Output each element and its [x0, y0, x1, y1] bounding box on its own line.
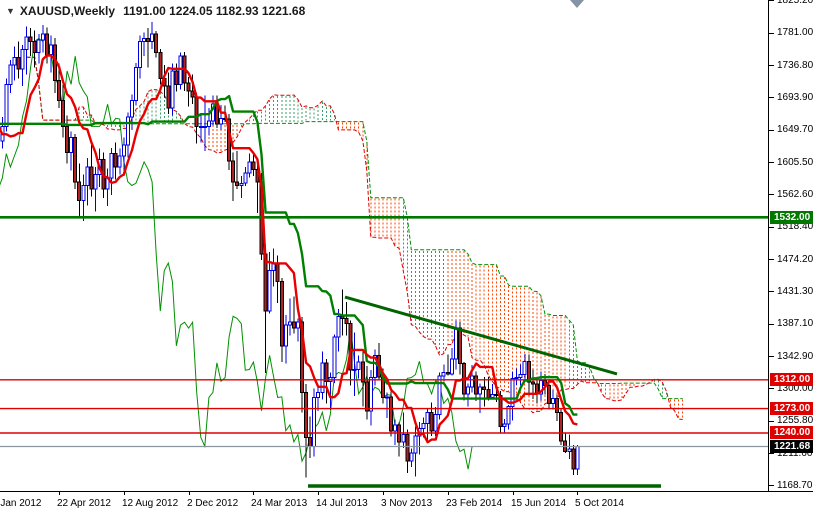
ohlc-values: 1191.00 1224.05 1182.93 1221.68 [123, 4, 306, 18]
price-tick [769, 421, 774, 422]
date-tick [253, 492, 254, 495]
symbol-timeframe-label: XAUUSD,Weekly [19, 4, 116, 18]
price-tick [769, 388, 774, 389]
price-tick [769, 97, 774, 98]
price-tick [769, 485, 774, 486]
chart-window: ▼ XAUUSD,Weekly 1191.00 1224.05 1182.93 12… [0, 0, 813, 516]
date-tick [189, 492, 190, 495]
price-tick [769, 0, 774, 1]
date-tick [383, 492, 384, 495]
price-tick-label: 1562.60 [777, 189, 813, 200]
date-tick [513, 492, 514, 495]
chart-shift-marker-icon[interactable] [570, 0, 584, 8]
price-tick [769, 65, 774, 66]
price-tick [769, 291, 774, 292]
price-tick-label: 1693.90 [777, 92, 813, 103]
price-tick [769, 227, 774, 228]
chart-canvas[interactable] [0, 0, 768, 490]
price-tick [769, 259, 774, 260]
price-tick-label: 1168.70 [777, 480, 813, 491]
date-tick [124, 492, 125, 495]
price-tick-label: 1605.50 [777, 157, 813, 168]
date-tick-label: 1 Jan 2012 [0, 498, 42, 509]
collapse-arrow-icon[interactable]: ▼ [6, 6, 15, 16]
price-axis[interactable]: 1825.20 1781.00 1736.80 1693.90 1649.70 1605.… [768, 0, 813, 491]
price-level-badge: 1273.00 [770, 402, 813, 415]
price-tick-label: 1825.20 [777, 0, 813, 6]
date-tick [577, 492, 578, 495]
price-level-badge: 1312.00 [770, 373, 813, 386]
date-tick-label: 14 Jul 2013 [316, 498, 368, 509]
date-tick-label: 23 Feb 2014 [446, 498, 503, 509]
chart-plot-area[interactable] [0, 0, 768, 490]
price-tick [769, 194, 774, 195]
date-tick-label: 24 Mar 2013 [251, 498, 308, 509]
price-tick [769, 324, 774, 325]
price-tick-label: 1781.00 [777, 27, 813, 38]
date-tick [59, 492, 60, 495]
time-axis[interactable]: 1 Jan 2012 22 Apr 2012 12 Aug 2012 2 Dec 20… [0, 491, 813, 516]
price-tick-label: 1255.80 [777, 415, 813, 426]
date-tick-label: 3 Nov 2013 [381, 498, 433, 509]
date-tick-label: 2 Dec 2012 [187, 498, 239, 509]
chart-title: ▼ XAUUSD,Weekly 1191.00 1224.05 1182.93 12… [6, 4, 305, 18]
date-tick-label: 15 Jun 2014 [511, 498, 567, 509]
price-tick-label: 1474.20 [777, 254, 813, 265]
price-tick [769, 453, 774, 454]
date-tick-label: 5 Oct 2014 [575, 498, 624, 509]
price-level-badge: 1532.00 [770, 211, 813, 224]
price-tick [769, 33, 774, 34]
date-tick [448, 492, 449, 495]
price-tick-label: 1736.80 [777, 60, 813, 71]
price-level-badge: 1221.68 [770, 440, 813, 453]
price-tick-label: 1342.90 [777, 351, 813, 362]
date-tick-label: 22 Apr 2012 [57, 498, 111, 509]
price-tick-label: 1431.30 [777, 286, 813, 297]
date-tick [318, 492, 319, 495]
price-tick [769, 130, 774, 131]
price-tick-label: 1649.70 [777, 124, 813, 135]
price-tick [769, 162, 774, 163]
price-level-badge: 1240.00 [770, 426, 813, 439]
price-tick [769, 356, 774, 357]
price-tick-label: 1387.10 [777, 318, 813, 329]
date-tick-label: 12 Aug 2012 [122, 498, 179, 509]
